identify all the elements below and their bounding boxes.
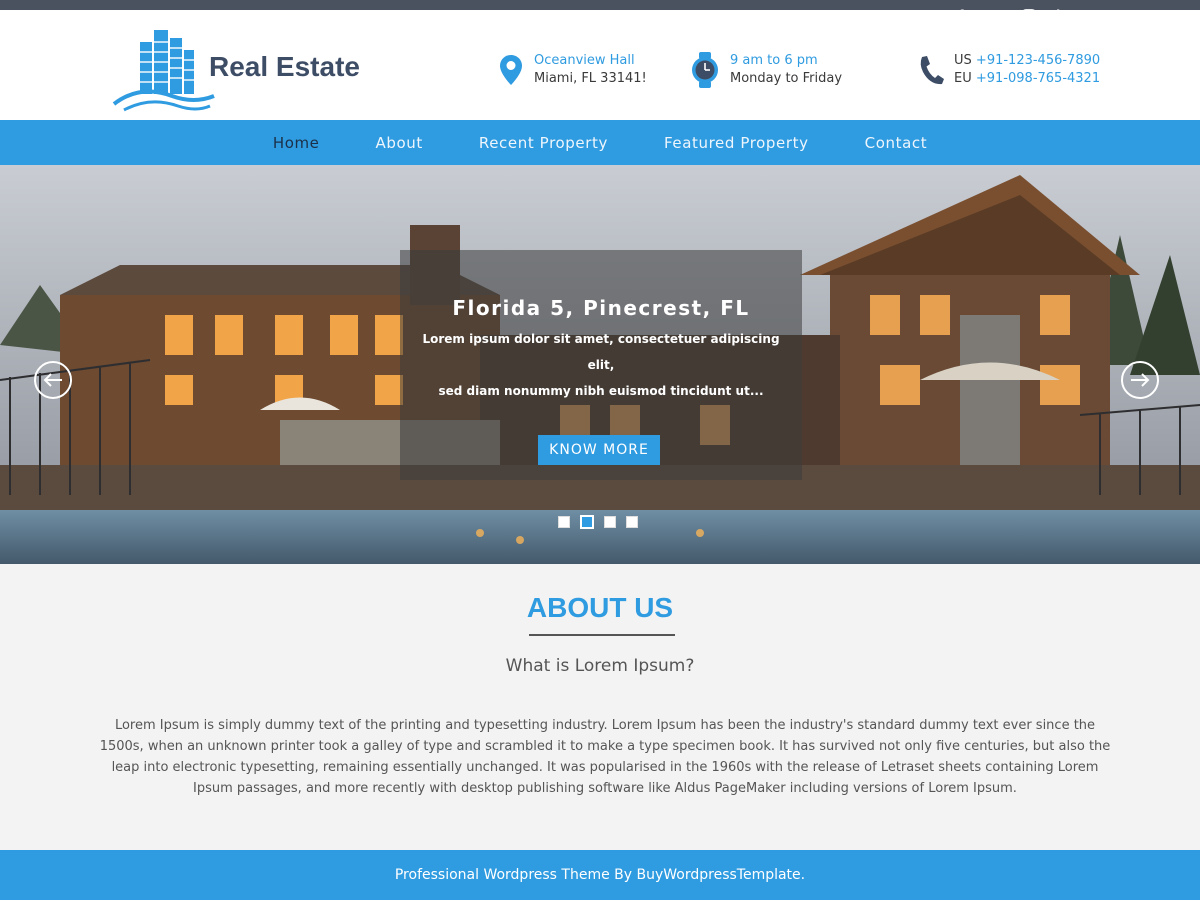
slide-dot-1[interactable]: [558, 516, 570, 528]
slide-dot-2[interactable]: [580, 515, 594, 529]
phone-eu-label: EU: [954, 71, 972, 86]
site-footer: Professional Wordpress Theme By BuyWordp…: [0, 850, 1200, 900]
slider-pagination: [558, 515, 638, 529]
slide-text-line-1: Lorem ipsum dolor sit amet, consectetuer…: [422, 332, 780, 372]
address-line-1: Oceanview Hall: [534, 53, 635, 68]
arrow-left-icon[interactable]: [34, 361, 72, 399]
site-header: Real Estate Oceanview Hall Miami, FL 331…: [0, 10, 1200, 120]
phone-eu[interactable]: EU +91-098-765-4321: [954, 70, 1100, 88]
phone-info: US +91-123-456-7890 EU +91-098-765-4321: [918, 52, 1100, 88]
heading-underline: [529, 634, 675, 636]
about-body: Lorem Ipsum is simply dummy text of the …: [99, 718, 1111, 796]
phone-us-label: US: [954, 53, 972, 68]
main-nav: Home About Recent Property Featured Prop…: [0, 120, 1200, 165]
nav-item-recent-property[interactable]: Recent Property: [479, 134, 608, 152]
slide-dot-4[interactable]: [626, 516, 638, 528]
slide-text: Lorem ipsum dolor sit amet, consectetuer…: [408, 326, 794, 404]
phone-eu-number[interactable]: +91-098-765-4321: [976, 71, 1100, 86]
about-heading: ABOUT US: [526, 592, 674, 623]
slide-title: Florida 5, Pinecrest, FL: [452, 296, 750, 320]
address-line-2: Miami, FL 33141!: [534, 71, 647, 86]
site-brand[interactable]: Real Estate: [209, 51, 360, 83]
about-subheading: What is Lorem Ipsum?: [505, 656, 695, 676]
footer-credit[interactable]: Professional Wordpress Theme By BuyWordp…: [395, 867, 805, 883]
hero-slider: Florida 5, Pinecrest, FL Lorem ipsum dol…: [0, 165, 1200, 564]
slide-text-line-2: sed diam nonummy nibh euismod tincidunt …: [438, 384, 764, 398]
phone-us-number[interactable]: +91-123-456-7890: [976, 53, 1100, 68]
address-info: Oceanview Hall Miami, FL 33141!: [498, 52, 647, 88]
arrow-right-icon[interactable]: [1121, 361, 1159, 399]
hours-days: Monday to Friday: [730, 71, 843, 86]
nav-item-home[interactable]: Home: [273, 134, 320, 152]
nav-item-about[interactable]: About: [376, 134, 423, 152]
hours-time: 9 am to 6 pm: [730, 53, 818, 68]
phone-us[interactable]: US +91-123-456-7890: [954, 52, 1100, 70]
nav-item-featured-property[interactable]: Featured Property: [664, 134, 809, 152]
building-logo-icon[interactable]: [110, 20, 220, 116]
phone-icon: [920, 56, 944, 85]
watch-icon: [692, 52, 718, 88]
know-more-button[interactable]: KNOW MORE: [538, 435, 660, 465]
slide-dot-3[interactable]: [604, 516, 616, 528]
location-pin-icon: [500, 55, 522, 85]
hours-info: 9 am to 6 pm Monday to Friday: [690, 52, 842, 88]
about-section: ABOUT US What is Lorem Ipsum? Lorem Ipsu…: [0, 564, 1200, 850]
nav-item-contact[interactable]: Contact: [865, 134, 928, 152]
